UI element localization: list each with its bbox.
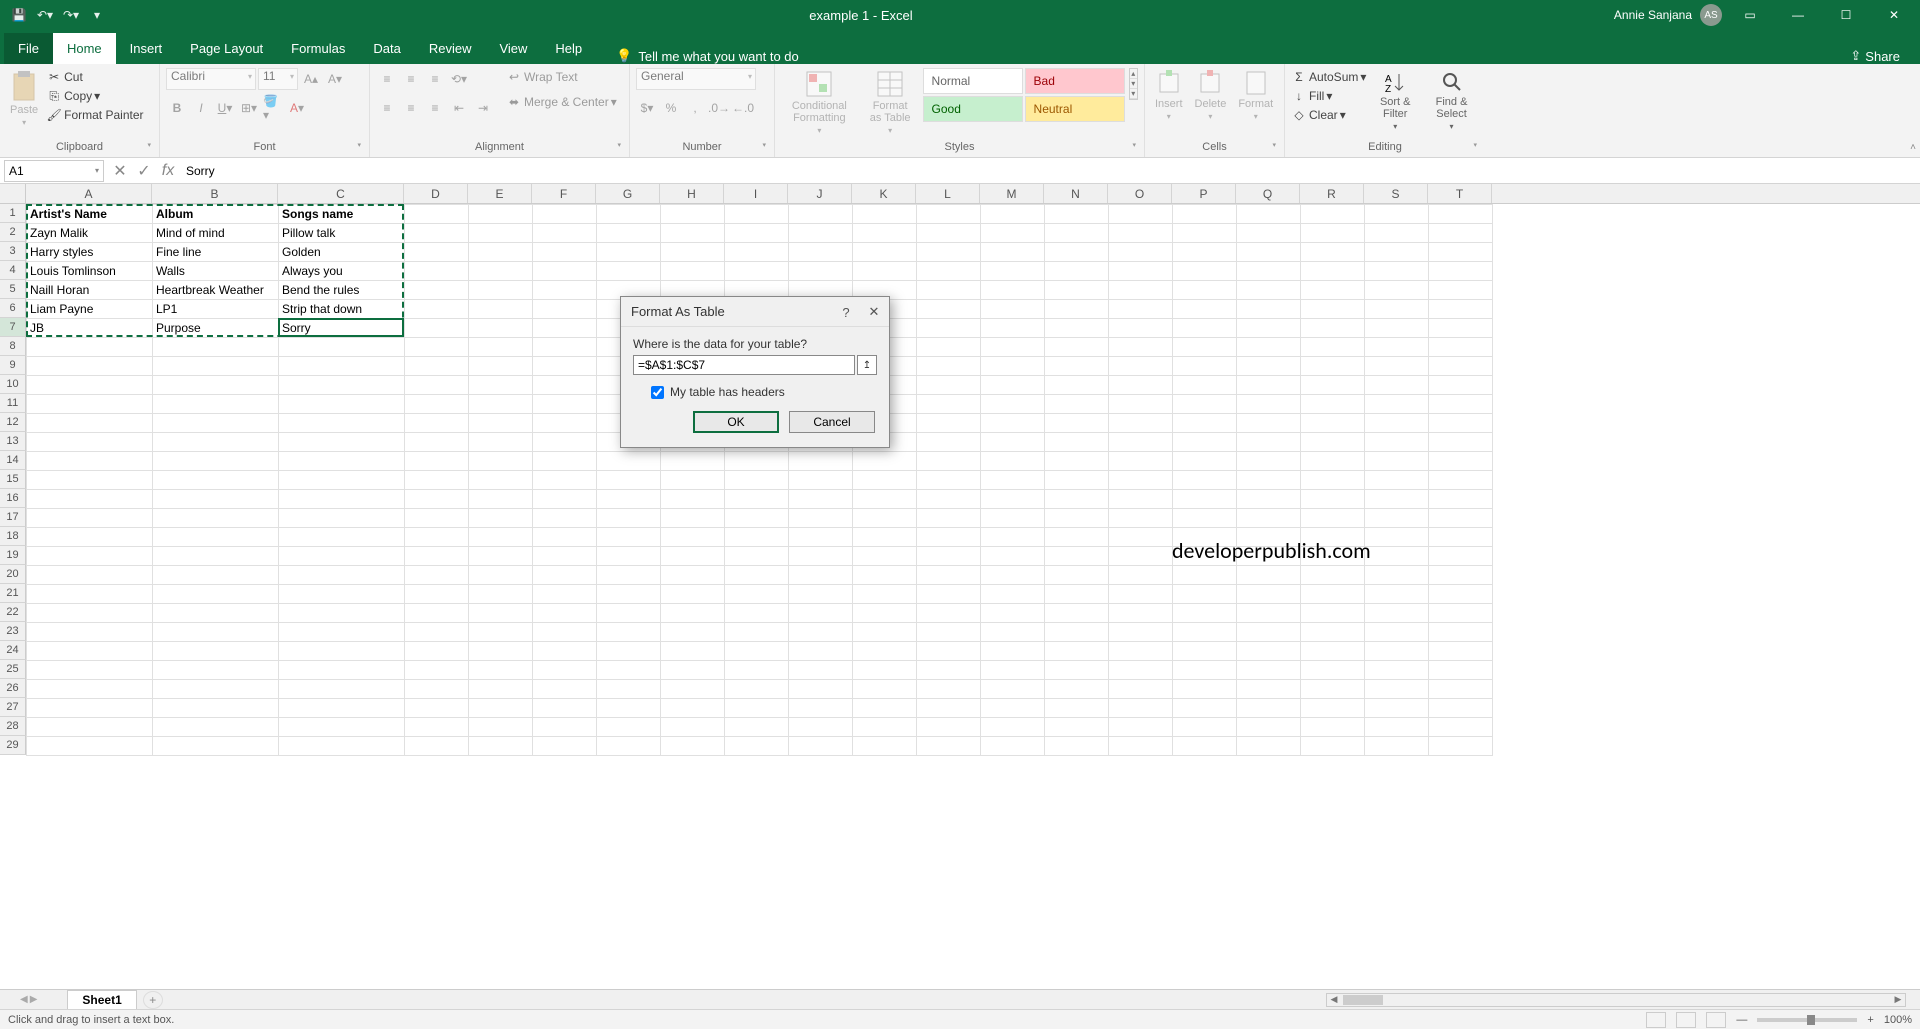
dialog-prompt: Where is the data for your table? [633, 337, 877, 351]
format-as-table-dialog: Format As Table ? ✕ Where is the data fo… [620, 296, 890, 448]
range-picker-icon[interactable]: ↥ [857, 355, 877, 375]
dialog-help-icon[interactable]: ? [835, 301, 857, 323]
headers-checkbox-label: My table has headers [670, 385, 785, 399]
dialog-overlay: Format As Table ? ✕ Where is the data fo… [0, 0, 1920, 1029]
headers-checkbox[interactable] [651, 386, 664, 399]
ok-button[interactable]: OK [693, 411, 779, 433]
dialog-close-icon[interactable]: ✕ [863, 301, 885, 323]
cancel-button[interactable]: Cancel [789, 411, 875, 433]
table-range-input[interactable] [633, 355, 855, 375]
